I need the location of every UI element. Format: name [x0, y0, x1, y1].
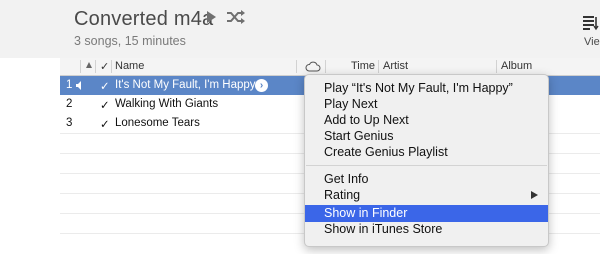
column-header-name[interactable]: Name: [115, 60, 144, 72]
menu-item-add-to-up-next[interactable]: Add to Up Next: [305, 112, 548, 129]
column-header-time[interactable]: Time: [351, 60, 375, 72]
menu-separator: [306, 165, 547, 166]
menu-item-label: Get Info: [324, 172, 369, 186]
menu-item-label: Play “It's Not My Fault, I'm Happy”: [324, 81, 513, 95]
view-options-icon[interactable]: [583, 14, 600, 32]
song-name: It's Not My Fault, I'm Happy: [115, 79, 256, 91]
column-separator: [378, 60, 379, 73]
menu-item-label: Rating: [324, 188, 361, 202]
menu-item-label: Show in Finder: [324, 206, 408, 220]
column-separator: [80, 60, 81, 73]
track-number: 3: [66, 117, 73, 129]
song-name: Lonesome Tears: [115, 117, 200, 129]
menu-item-label: Add to Up Next: [324, 113, 409, 127]
menu-item-label: Start Genius: [324, 129, 394, 143]
context-menu: Play “It's Not My Fault, I'm Happy” Play…: [304, 74, 549, 247]
sort-ascending-icon[interactable]: [86, 62, 92, 68]
menu-item-show-in-itunes-store[interactable]: Show in iTunes Store: [305, 221, 548, 238]
column-separator: [296, 60, 297, 73]
view-button-label[interactable]: Vie: [584, 36, 600, 48]
menu-item-label: Show in iTunes Store: [324, 222, 443, 236]
column-header-check[interactable]: ✓: [100, 60, 109, 73]
cloud-icon[interactable]: [305, 61, 321, 72]
playlist-header: Converted m4a 3 songs, 15 minutes Vie: [0, 0, 600, 59]
menu-item-play[interactable]: Play “It's Not My Fault, I'm Happy”: [305, 80, 548, 97]
menu-item-label: Create Genius Playlist: [324, 145, 448, 159]
left-gutter: [0, 58, 60, 245]
song-checkbox[interactable]: ✓: [100, 98, 110, 112]
playlist-summary: 3 songs, 15 minutes: [74, 34, 186, 48]
column-header-artist[interactable]: Artist: [383, 60, 408, 72]
speaker-icon: [76, 81, 81, 90]
song-checkbox[interactable]: ✓: [100, 79, 110, 93]
playlist-title: Converted m4a: [74, 8, 214, 30]
play-icon[interactable]: [207, 11, 216, 23]
column-separator: [111, 60, 112, 73]
song-checkbox[interactable]: ✓: [100, 117, 110, 131]
column-separator: [95, 60, 96, 73]
column-separator: [496, 60, 497, 73]
shuffle-icon[interactable]: [226, 8, 246, 26]
more-options-icon[interactable]: ›: [255, 79, 268, 92]
menu-item-get-info[interactable]: Get Info: [305, 171, 548, 188]
menu-item-rating[interactable]: Rating: [305, 187, 548, 204]
menu-item-create-genius-playlist[interactable]: Create Genius Playlist: [305, 144, 548, 161]
song-name: Walking With Giants: [115, 98, 219, 110]
submenu-arrow-icon: [531, 191, 538, 199]
column-header-album[interactable]: Album: [501, 60, 532, 72]
track-number: 2: [66, 98, 73, 110]
menu-item-label: Play Next: [324, 97, 378, 111]
column-separator: [325, 60, 326, 73]
track-number: 1: [66, 79, 73, 91]
menu-item-start-genius[interactable]: Start Genius: [305, 128, 548, 145]
menu-item-show-in-finder[interactable]: Show in Finder: [305, 205, 548, 222]
menu-item-play-next[interactable]: Play Next: [305, 96, 548, 113]
